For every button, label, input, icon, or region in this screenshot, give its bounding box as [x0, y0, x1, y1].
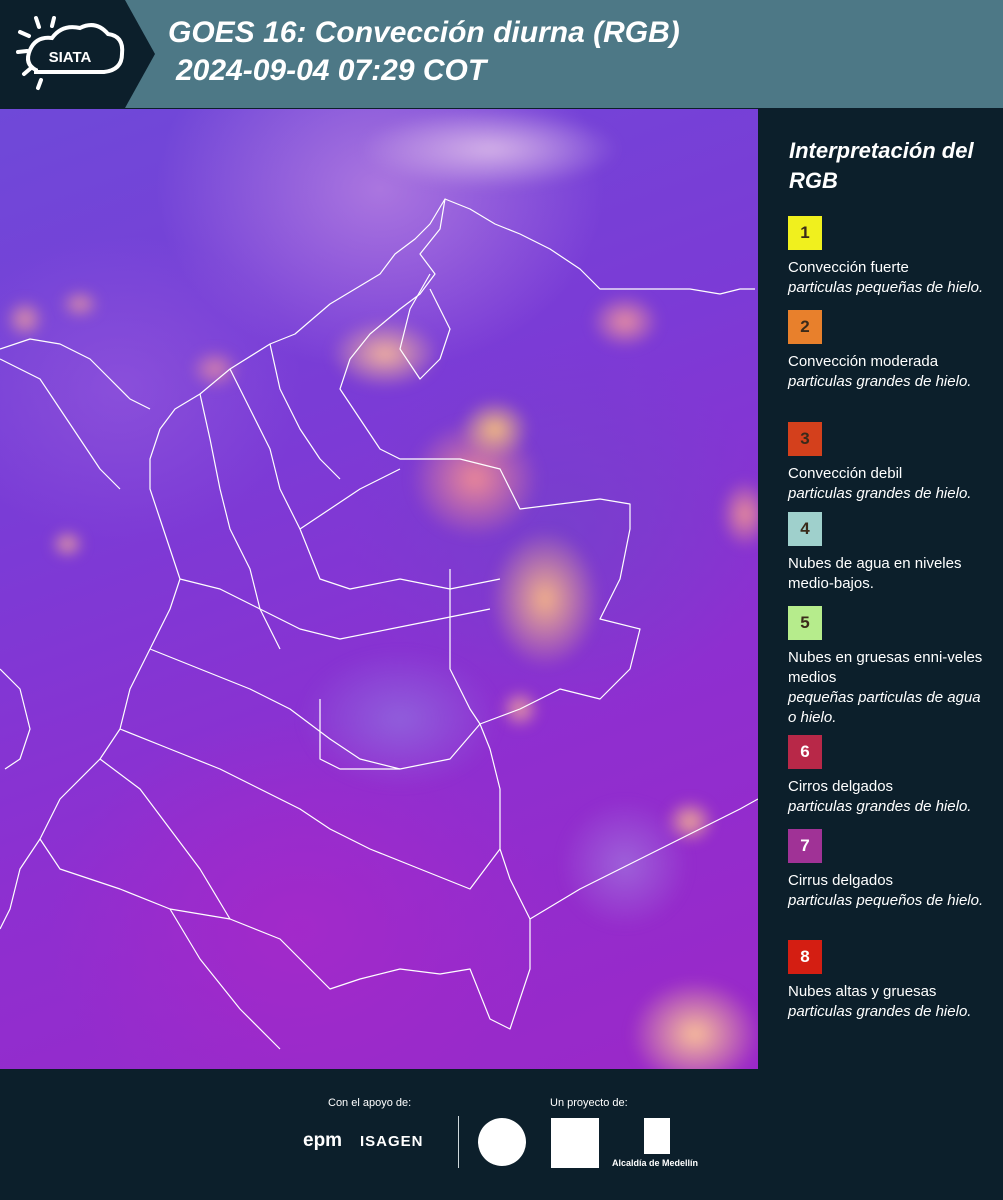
legend-label: Convección fuerte — [788, 259, 909, 276]
internal-border — [229, 368, 501, 590]
legend-item-3: 3 Convección debil particulas grandes de… — [788, 422, 993, 504]
coast-line — [0, 358, 121, 490]
legend-label: Nubes de agua en niveles medio-bajos. — [788, 555, 962, 592]
legend-item-2: 2 Convección moderada particulas grandes… — [788, 310, 993, 392]
legend-desc: particulas pequeñas de hielo. — [788, 279, 984, 296]
internal-border — [449, 569, 481, 725]
alcaldia-shield-icon — [644, 1118, 670, 1154]
area-metropolitana-logo — [551, 1118, 599, 1168]
footer-divider — [458, 1116, 459, 1168]
venezuela-coast — [444, 198, 755, 295]
internal-border — [119, 728, 501, 890]
legend-swatch: 8 — [788, 940, 822, 974]
page-title: GOES 16: Convección diurna (RGB) — [168, 16, 680, 49]
legend-swatch: 7 — [788, 829, 822, 863]
legend-label: Cirros delgados — [788, 778, 894, 795]
legend-desc: particulas grandes de hielo. — [788, 798, 972, 815]
peru-border — [169, 908, 281, 1050]
epm-logo: epm — [303, 1130, 343, 1151]
legend-label: Convección moderada — [788, 353, 939, 370]
ecuador-border — [0, 838, 41, 930]
internal-border — [199, 393, 281, 650]
legend-label: Convección debil — [788, 465, 903, 482]
timestamp: 2024-09-04 07:29 COT — [176, 54, 487, 87]
medellin-seal-icon — [478, 1118, 526, 1166]
satellite-map — [0, 109, 758, 1069]
legend-label: Cirrus delgados — [788, 872, 894, 889]
legend-item-1: 1 Convección fuerte particulas pequeñas … — [788, 216, 993, 298]
legend-swatch: 1 — [788, 216, 822, 250]
legend-swatch: 4 — [788, 512, 822, 546]
legend-item-5: 5 Nubes en gruesas enni-veles medios peq… — [788, 606, 993, 728]
legend-swatch: 6 — [788, 735, 822, 769]
logo-text: SIATA — [49, 49, 92, 66]
support-label: Con el apoyo de: — [328, 1097, 412, 1109]
legend-swatch: 2 — [788, 310, 822, 344]
legend-desc: particulas pequeños de hielo. — [788, 892, 984, 909]
legend-swatch: 3 — [788, 422, 822, 456]
project-label: Un proyecto de: — [550, 1097, 628, 1109]
legend-desc: pequeñas particulas de agua o hielo. — [788, 689, 981, 726]
legend-title: Interpretación del RGB — [789, 138, 974, 193]
colombia-border — [39, 198, 641, 1030]
alcaldia-label: Alcaldía de Medellín — [612, 1158, 699, 1168]
internal-border — [299, 468, 401, 530]
legend-label: Nubes altas y gruesas — [788, 983, 937, 1000]
legend-item-6: 6 Cirros delgados particulas grandes de … — [788, 735, 993, 817]
sun-cloud-icon: SIATA — [16, 16, 125, 90]
isagen-logo: ISAGEN — [360, 1133, 424, 1150]
panama-coast — [0, 338, 151, 410]
legend-item-4: 4 Nubes de agua en niveles medio-bajos. — [788, 512, 993, 594]
internal-border — [99, 758, 231, 920]
legend-item-7: 7 Cirrus delgados particulas pequeños de… — [788, 829, 993, 911]
internal-border — [149, 648, 481, 770]
venezuela-border — [399, 273, 451, 380]
legend-desc: particulas grandes de hielo. — [788, 1003, 972, 1020]
siata-logo: SIATA — [0, 0, 155, 108]
legend-desc: particulas grandes de hielo. — [788, 485, 972, 502]
borders-overlay — [0, 198, 758, 1050]
legend-label: Nubes en gruesas enni-veles medios — [788, 649, 983, 686]
coast-line — [0, 668, 31, 770]
internal-border — [269, 343, 341, 480]
header-bar: SIATA GOES 16: Convección diurna (RGB) 2… — [0, 0, 1003, 108]
legend-swatch: 5 — [788, 606, 822, 640]
brazil-border — [529, 798, 758, 920]
legend-item-8: 8 Nubes altas y gruesas particulas grand… — [788, 940, 993, 1022]
legend-desc: particulas grandes de hielo. — [788, 373, 972, 390]
